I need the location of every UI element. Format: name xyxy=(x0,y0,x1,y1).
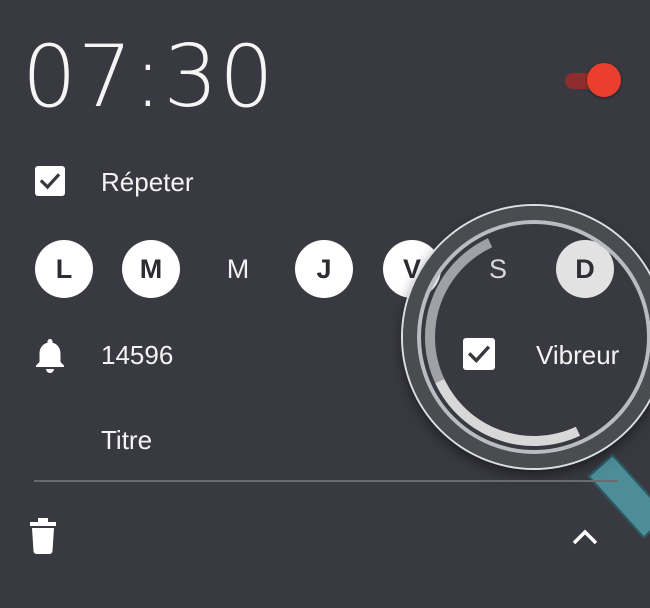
trash-icon[interactable] xyxy=(30,518,56,554)
day-label: J xyxy=(316,253,332,284)
day-label: L xyxy=(55,253,73,284)
check-icon xyxy=(39,173,61,190)
repeat-label: Répeter xyxy=(101,167,194,197)
day-label: M xyxy=(139,253,163,284)
vibrate-checkbox[interactable] xyxy=(463,338,495,370)
day-chip-tuesday[interactable]: M xyxy=(122,240,180,298)
ringtone-name[interactable]: 14596 xyxy=(101,340,173,371)
day-label: M xyxy=(226,253,250,284)
magnifier-handle xyxy=(587,453,650,539)
divider xyxy=(34,480,618,482)
chevron-up-icon[interactable] xyxy=(571,528,599,546)
alarm-enable-toggle[interactable] xyxy=(565,63,621,97)
alarm-time[interactable]: 07:30 xyxy=(22,34,275,120)
day-chip-monday[interactable]: L xyxy=(35,240,93,298)
toggle-thumb xyxy=(587,63,621,97)
vibrate-label: Vibreur xyxy=(536,340,620,370)
check-icon xyxy=(467,345,491,364)
alarm-title-field[interactable]: Titre xyxy=(101,425,152,456)
day-chip-wednesday[interactable]: M xyxy=(209,240,267,298)
day-chip-thursday[interactable]: J xyxy=(295,240,353,298)
repeat-checkbox[interactable] xyxy=(35,166,65,196)
bell-icon xyxy=(34,336,66,374)
